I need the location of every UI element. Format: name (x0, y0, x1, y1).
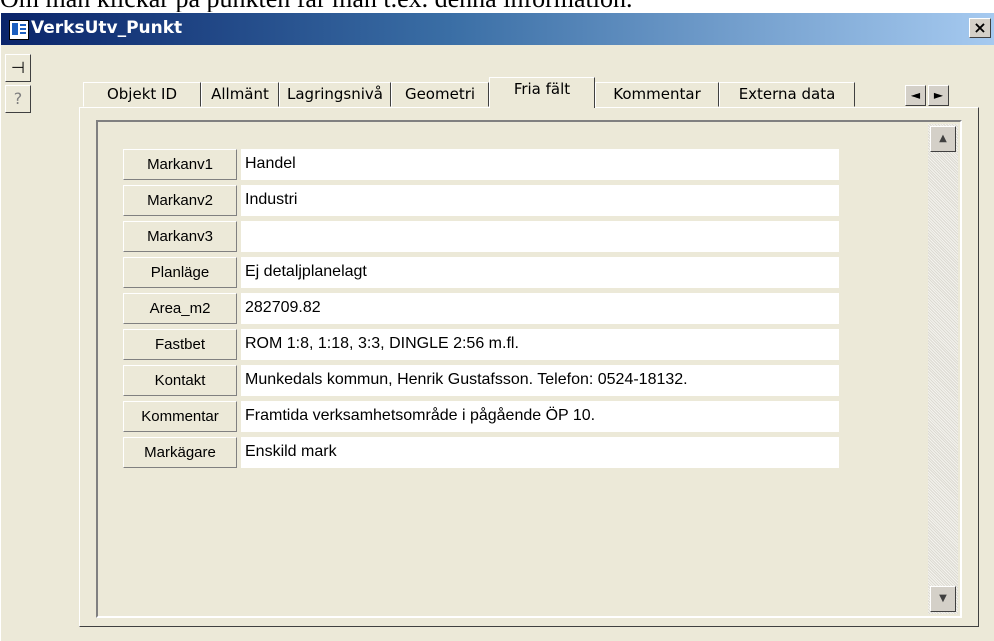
field-label[interactable]: Kommentar (123, 401, 237, 432)
field-value: Handel (241, 149, 839, 180)
vertical-scrollbar[interactable]: ▲ ▼ (928, 124, 958, 614)
title-bar[interactable]: VerksUtv_Punkt × (1, 13, 994, 45)
tab-allmant[interactable]: Allmänt (201, 82, 279, 107)
tab-geometri[interactable]: Geometri (391, 82, 489, 107)
field-value: ROM 1:8, 1:18, 3:3, DINGLE 2:56 m.fl. (241, 329, 839, 360)
field-label[interactable]: Markanv1 (123, 149, 237, 180)
field-value: 282709.82 (241, 293, 839, 324)
close-button[interactable]: × (969, 18, 991, 38)
scroll-down-icon[interactable]: ▼ (930, 586, 956, 612)
field-value: Industri (241, 185, 839, 216)
field-value: Framtida verksamhetsområde i pågående ÖP… (241, 401, 839, 432)
form-icon (9, 20, 29, 40)
tab-kommentar[interactable]: Kommentar (595, 82, 719, 107)
window-title: VerksUtv_Punkt (31, 18, 183, 38)
field-value (241, 221, 839, 252)
field-value: Ej detaljplanelagt (241, 257, 839, 288)
tab-fria-falt[interactable]: Fria fält (489, 77, 595, 108)
tab-scroll-left-icon[interactable]: ◄ (905, 85, 926, 106)
field-label[interactable]: Area_m2 (123, 293, 237, 324)
tab-scroll-right-icon[interactable]: ► (928, 85, 949, 106)
field-label[interactable]: Fastbet (123, 329, 237, 360)
field-value: Munkedals kommun, Henrik Gustafsson. Tel… (241, 365, 839, 396)
feature-info-window: VerksUtv_Punkt × ⊣ ? Objekt ID Allmänt L… (0, 12, 994, 641)
field-label[interactable]: Markanv2 (123, 185, 237, 216)
tab-objekt-id[interactable]: Objekt ID (83, 82, 201, 107)
field-label[interactable]: Markanv3 (123, 221, 237, 252)
field-label[interactable]: Markägare (123, 437, 237, 468)
tab-lagringsniva[interactable]: Lagringsnivå (279, 82, 391, 107)
pin-icon[interactable]: ⊣ (5, 54, 31, 82)
tab-externa-data[interactable]: Externa data (719, 82, 855, 107)
field-value: Enskild mark (241, 437, 839, 468)
scroll-up-icon[interactable]: ▲ (930, 126, 956, 152)
page-caption: Om man klickar på punkten får man t.ex. … (0, 0, 994, 12)
field-label[interactable]: Planläge (123, 257, 237, 288)
tab-strip: Objekt ID Allmänt Lagringsnivå Geometri … (83, 77, 955, 108)
field-label[interactable]: Kontakt (123, 365, 237, 396)
help-icon[interactable]: ? (5, 85, 31, 113)
